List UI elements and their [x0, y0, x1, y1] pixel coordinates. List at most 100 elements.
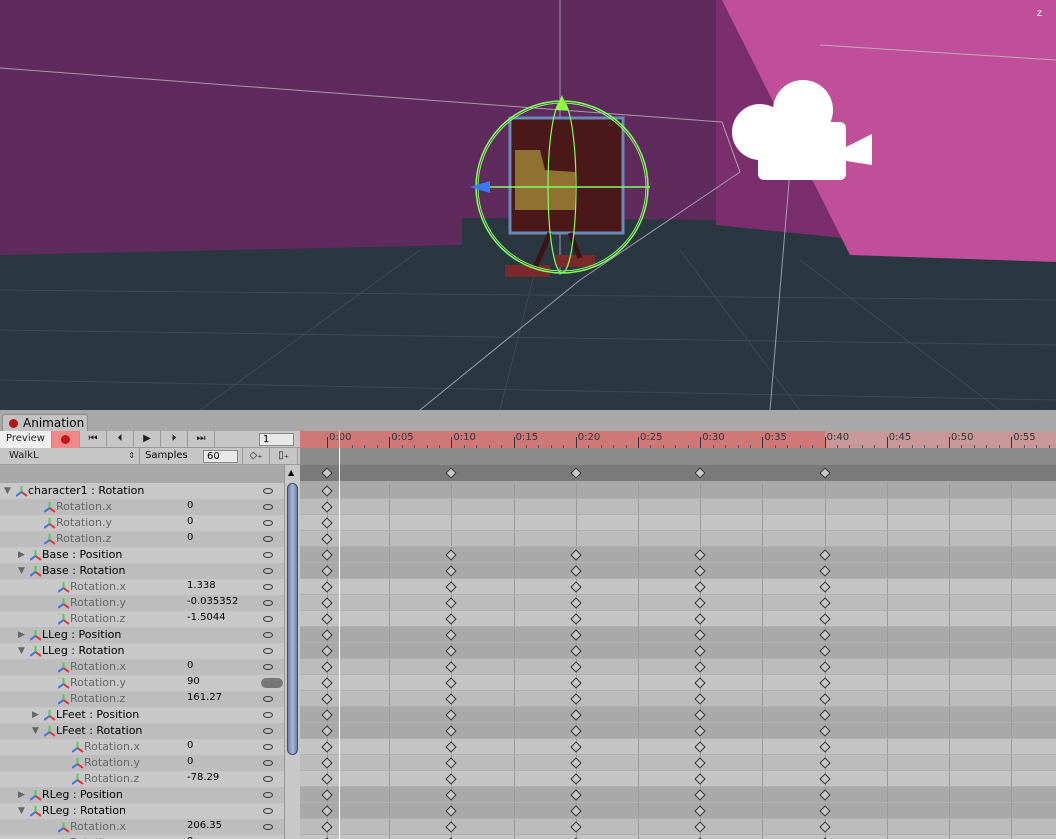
keyframe-diamond[interactable]	[694, 725, 706, 737]
keyframe-diamond[interactable]	[694, 821, 706, 833]
collapse-triangle-icon[interactable]: ▶	[18, 547, 25, 563]
keyframe-track[interactable]	[300, 611, 1056, 627]
expand-triangle-icon[interactable]: ▼	[4, 483, 11, 499]
keyframe-track[interactable]	[300, 739, 1056, 755]
keyframe-track[interactable]	[300, 515, 1056, 531]
keyframe-diamond[interactable]	[321, 773, 333, 785]
keyframe-diamond[interactable]	[694, 581, 706, 593]
property-group-row[interactable]: ▼ LFeet : Rotation	[0, 723, 284, 739]
summary-keyframe-row[interactable]	[300, 465, 1056, 481]
keyframe-diamond[interactable]	[570, 677, 582, 689]
dopesheet[interactable]	[300, 483, 1056, 839]
scene-view[interactable]	[0, 0, 1056, 410]
keyframe-diamond[interactable]	[694, 773, 706, 785]
keyframe-diamond[interactable]	[321, 789, 333, 801]
property-value[interactable]: -78.29	[187, 770, 219, 786]
property-value[interactable]: 206.35	[187, 818, 222, 834]
keyframe-diamond[interactable]	[818, 741, 831, 753]
keyframe-track[interactable]	[300, 659, 1056, 675]
keyframe-diamond[interactable]	[694, 661, 706, 673]
keyframe-diamond[interactable]	[694, 629, 706, 641]
keyframe-diamond[interactable]	[445, 773, 458, 785]
keyframe-diamond[interactable]	[570, 789, 582, 801]
property-value[interactable]: -1.5044	[187, 610, 226, 626]
keyframe-track[interactable]	[300, 723, 1056, 739]
expand-triangle-icon[interactable]: ▼	[18, 643, 25, 659]
keyframe-diamond[interactable]	[321, 533, 333, 545]
keyframe-diamond[interactable]	[818, 693, 831, 705]
event-track[interactable]	[300, 448, 1056, 465]
property-row[interactable]: Rotation.y 0	[0, 835, 284, 839]
keyframe-diamond[interactable]	[570, 773, 582, 785]
add-keyframe-button[interactable]: ◇₊	[242, 448, 270, 465]
keyframe-diamond[interactable]	[818, 805, 831, 817]
keyframe-track[interactable]	[300, 483, 1056, 499]
collapse-triangle-icon[interactable]: ▶	[32, 707, 39, 723]
scrollbar-thumb[interactable]	[287, 483, 298, 755]
keyframe-diamond[interactable]	[694, 467, 706, 479]
keyframe-diamond[interactable]	[694, 693, 706, 705]
keyframe-diamond[interactable]	[570, 821, 582, 833]
keyframe-diamond[interactable]	[570, 467, 582, 479]
keyframe-diamond[interactable]	[321, 549, 333, 561]
keyframe-diamond[interactable]	[694, 645, 706, 657]
curve-visibility-icon[interactable]	[263, 568, 273, 574]
keyframe-diamond[interactable]	[570, 709, 582, 721]
keyframe-diamond[interactable]	[445, 549, 458, 561]
keyframe-diamond[interactable]	[694, 709, 706, 721]
keyframe-diamond[interactable]	[570, 693, 582, 705]
keyframe-diamond[interactable]	[321, 645, 333, 657]
keyframe-diamond[interactable]	[694, 597, 706, 609]
property-row[interactable]: Rotation.z -1.5044	[0, 611, 284, 627]
keyframe-diamond[interactable]	[818, 645, 831, 657]
keyframe-diamond[interactable]	[445, 693, 458, 705]
property-row[interactable]: Rotation.x 0	[0, 739, 284, 755]
go-to-start-button[interactable]: ⏮	[80, 431, 107, 448]
property-row[interactable]: Rotation.y 0	[0, 755, 284, 771]
keyframe-diamond[interactable]	[818, 629, 831, 641]
keyframe-track[interactable]	[300, 499, 1056, 515]
keyframe-diamond[interactable]	[321, 677, 333, 689]
curve-visibility-icon[interactable]	[261, 678, 283, 688]
samples-input[interactable]: 60	[203, 450, 238, 463]
keyframe-diamond[interactable]	[570, 549, 582, 561]
curve-visibility-icon[interactable]	[263, 728, 273, 734]
keyframe-diamond[interactable]	[321, 741, 333, 753]
keyframe-track[interactable]	[300, 643, 1056, 659]
property-row[interactable]: Rotation.x 206.35	[0, 819, 284, 835]
property-group-row[interactable]: ▶ LLeg : Position	[0, 627, 284, 643]
keyframe-track[interactable]	[300, 563, 1056, 579]
keyframe-diamond[interactable]	[321, 757, 333, 769]
keyframe-diamond[interactable]	[818, 581, 831, 593]
curve-visibility-icon[interactable]	[263, 760, 273, 766]
keyframe-diamond[interactable]	[694, 677, 706, 689]
property-row[interactable]: Rotation.z 0	[0, 531, 284, 547]
keyframe-diamond[interactable]	[445, 597, 458, 609]
keyframe-track[interactable]	[300, 579, 1056, 595]
next-key-button[interactable]: ⏵	[161, 431, 188, 448]
keyframe-diamond[interactable]	[445, 805, 458, 817]
keyframe-diamond[interactable]	[321, 725, 333, 737]
expand-triangle-icon[interactable]: ▼	[32, 723, 39, 739]
keyframe-diamond[interactable]	[570, 741, 582, 753]
property-group-row[interactable]: ▶ RLeg : Position	[0, 787, 284, 803]
curve-visibility-icon[interactable]	[263, 696, 273, 702]
keyframe-diamond[interactable]	[321, 501, 333, 513]
scroll-up-icon[interactable]: ▲	[288, 468, 294, 477]
property-row[interactable]: Rotation.z 161.27	[0, 691, 284, 707]
property-value[interactable]: 1.338	[187, 578, 216, 594]
property-value[interactable]: 0	[187, 754, 193, 770]
go-to-end-button[interactable]: ⏭	[188, 431, 215, 448]
keyframe-diamond[interactable]	[570, 565, 582, 577]
keyframe-diamond[interactable]	[321, 661, 333, 673]
collapse-triangle-icon[interactable]: ▶	[18, 627, 25, 643]
property-row[interactable]: Rotation.y 90	[0, 675, 284, 691]
previous-key-button[interactable]: ⏴	[107, 431, 134, 448]
keyframe-diamond[interactable]	[321, 581, 333, 593]
keyframe-diamond[interactable]	[445, 645, 458, 657]
curve-visibility-icon[interactable]	[263, 488, 273, 494]
keyframe-diamond[interactable]	[818, 549, 831, 561]
clip-dropdown[interactable]: WalkL ⇕	[0, 448, 140, 465]
record-button[interactable]	[52, 431, 80, 448]
keyframe-diamond[interactable]	[570, 613, 582, 625]
